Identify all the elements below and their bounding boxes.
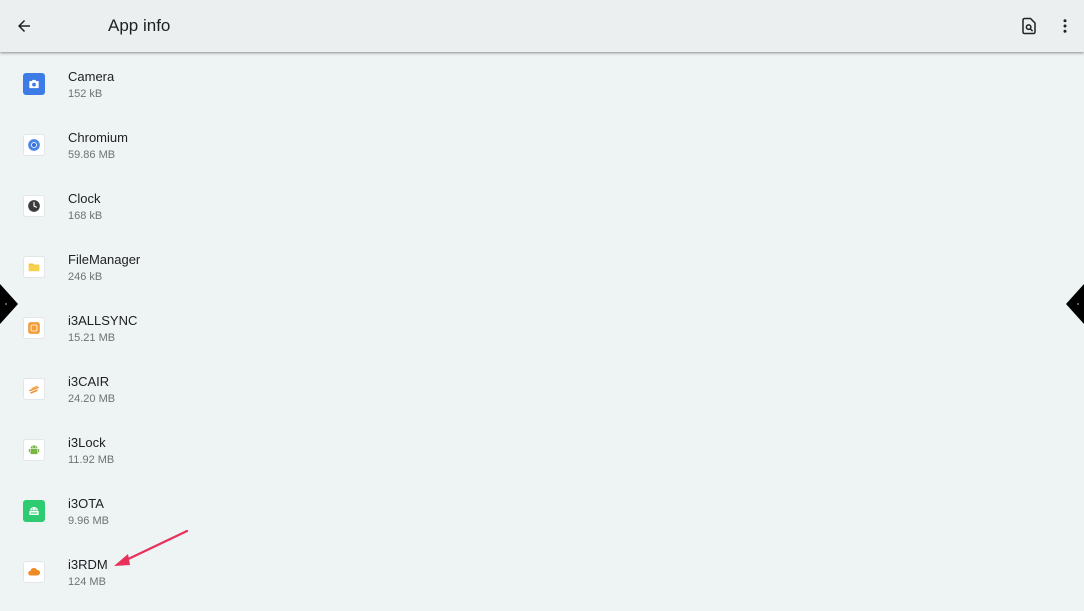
app-name: i3CAIR: [68, 374, 110, 389]
folder-icon: [23, 256, 45, 278]
android-icon: [23, 439, 45, 461]
app-name: i3RDM: [68, 557, 108, 572]
app-size: 59.86 MB: [68, 149, 116, 161]
app-size: 168 kB: [68, 210, 103, 222]
app-size: 124 MB: [68, 576, 106, 588]
app-name: i3OTA: [68, 496, 104, 511]
app-list-item-camera[interactable]: Camera 152 kB: [0, 53, 1084, 114]
app-name: Camera: [68, 69, 115, 84]
app-size: 11.92 MB: [68, 454, 115, 466]
android-grid-icon: [23, 500, 45, 522]
clock-icon: [23, 195, 45, 217]
left-edge-handle[interactable]: [0, 284, 20, 324]
storage-search-button[interactable]: [1013, 10, 1045, 42]
app-list-item-i3lock[interactable]: i3Lock 11.92 MB: [0, 419, 1084, 480]
storage-search-icon: [1022, 17, 1036, 35]
app-bar: App info: [0, 0, 1084, 52]
app-list-item-clock[interactable]: Clock 168 kB: [0, 175, 1084, 236]
i3allsync-icon: [23, 317, 45, 339]
page-title: App info: [108, 16, 171, 35]
more-options-button[interactable]: [1049, 10, 1081, 42]
more-vert-icon: [1063, 19, 1067, 33]
app-size: 152 kB: [68, 88, 103, 100]
app-list-item-i3allsync[interactable]: i3ALLSYNC 15.21 MB: [0, 297, 1084, 358]
app-name: i3ALLSYNC: [68, 313, 138, 328]
chromium-icon: [23, 134, 45, 156]
app-list-item-chromium[interactable]: Chromium 59.86 MB: [0, 114, 1084, 175]
app-size: 15.21 MB: [68, 332, 116, 344]
right-edge-handle[interactable]: [1064, 284, 1084, 324]
app-list-item-filemanager[interactable]: FileManager 246 kB: [0, 236, 1084, 297]
app-size: 9.96 MB: [68, 515, 109, 527]
cloud-icon: [23, 561, 45, 583]
app-name: FileManager: [68, 252, 141, 267]
i3cair-icon: [23, 378, 45, 400]
app-name: Chromium: [68, 130, 128, 145]
back-button[interactable]: [8, 10, 40, 42]
arrow-back-icon: [18, 20, 30, 32]
app-list-item-i3cair[interactable]: i3CAIR 24.20 MB: [0, 358, 1084, 419]
camera-icon: [23, 73, 45, 95]
app-name: i3Lock: [68, 435, 106, 450]
app-size: 24.20 MB: [68, 393, 116, 405]
app-size: 246 kB: [68, 271, 103, 283]
app-name: Clock: [68, 191, 101, 206]
annotation-arrow: [114, 529, 189, 566]
